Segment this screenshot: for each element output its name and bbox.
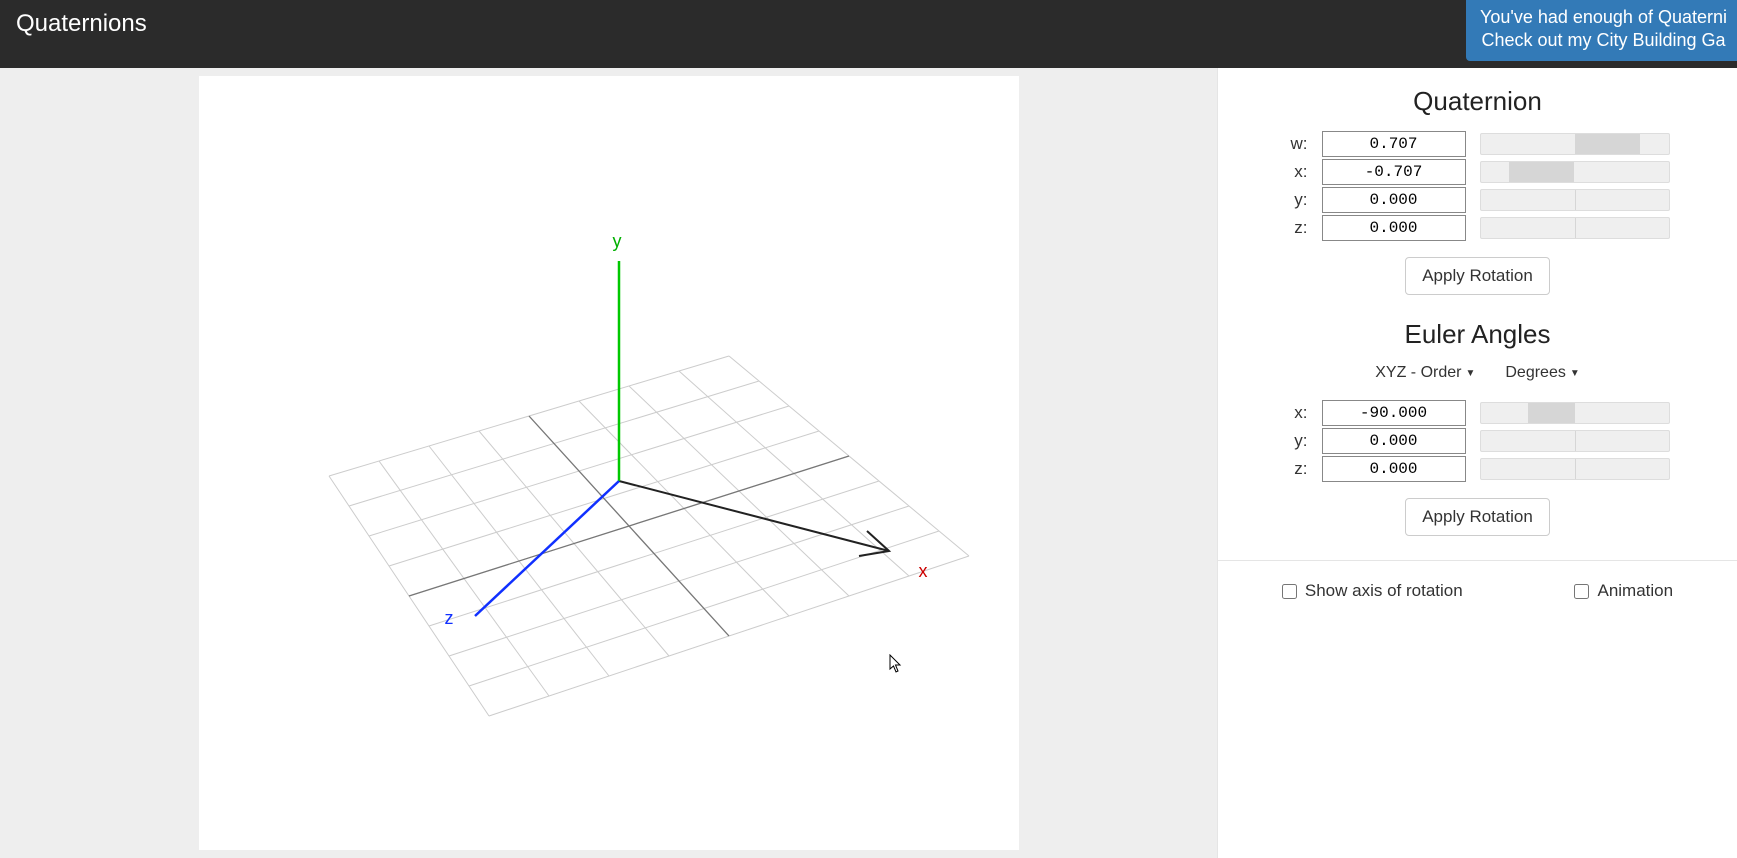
quat-row-w: w: <box>1246 131 1709 157</box>
quat-slider-z[interactable] <box>1480 217 1670 239</box>
scene-svg <box>199 76 1019 796</box>
quat-row-x: x: <box>1246 159 1709 185</box>
quat-label-y: y: <box>1286 190 1308 210</box>
quaternion-title: Quaternion <box>1246 86 1709 117</box>
axis-label-z: z <box>445 608 454 629</box>
euler-input-y[interactable] <box>1322 428 1466 454</box>
animation-label: Animation <box>1597 581 1673 601</box>
euler-units-label: Degrees <box>1505 364 1565 382</box>
animation-option[interactable]: Animation <box>1574 581 1673 601</box>
promo-line2: Check out my City Building Ga <box>1480 29 1727 52</box>
euler-input-x[interactable] <box>1322 400 1466 426</box>
separator <box>1218 560 1737 561</box>
euler-order-dropdown[interactable]: XYZ - Order ▼ <box>1375 364 1475 382</box>
content: y x z Quaternion w: x: y: <box>0 68 1737 858</box>
quat-input-w[interactable] <box>1322 131 1466 157</box>
quat-row-z: z: <box>1246 215 1709 241</box>
euler-row-z: z: <box>1246 456 1709 482</box>
promo-banner[interactable]: You've had enough of Quaterni Check out … <box>1466 0 1737 61</box>
quat-input-z[interactable] <box>1322 215 1466 241</box>
quat-apply-button[interactable]: Apply Rotation <box>1405 257 1550 295</box>
show-axis-checkbox[interactable] <box>1282 584 1297 599</box>
euler-row-y: y: <box>1246 428 1709 454</box>
quat-label-z: z: <box>1286 218 1308 238</box>
promo-line1: You've had enough of Quaterni <box>1480 6 1727 29</box>
euler-title: Euler Angles <box>1246 319 1709 350</box>
axis-label-x: x <box>919 561 928 582</box>
euler-apply-button[interactable]: Apply Rotation <box>1405 498 1550 536</box>
quat-slider-x[interactable] <box>1480 161 1670 183</box>
axis-label-y: y <box>613 231 622 252</box>
euler-slider-x[interactable] <box>1480 402 1670 424</box>
euler-dropdown-row: XYZ - Order ▼ Degrees ▼ <box>1246 364 1709 382</box>
options-row: Show axis of rotation Animation <box>1246 581 1709 601</box>
page-title: Quaternions <box>16 10 147 38</box>
show-axis-label: Show axis of rotation <box>1305 581 1463 601</box>
quat-row-y: y: <box>1246 187 1709 213</box>
euler-label-y: y: <box>1286 431 1308 451</box>
quat-slider-y[interactable] <box>1480 189 1670 211</box>
quat-slider-w[interactable] <box>1480 133 1670 155</box>
euler-label-z: z: <box>1286 459 1308 479</box>
euler-slider-z[interactable] <box>1480 458 1670 480</box>
euler-label-x: x: <box>1286 403 1308 423</box>
caret-icon: ▼ <box>1465 368 1475 379</box>
topbar: Quaternions You've had enough of Quatern… <box>0 0 1737 68</box>
viewport-wrap: y x z <box>0 68 1217 858</box>
euler-panel: Euler Angles XYZ - Order ▼ Degrees ▼ x: … <box>1246 319 1709 536</box>
show-axis-option[interactable]: Show axis of rotation <box>1282 581 1463 601</box>
quat-label-w: w: <box>1286 134 1308 154</box>
viewport-3d[interactable]: y x z <box>199 76 1019 850</box>
animation-checkbox[interactable] <box>1574 584 1589 599</box>
euler-input-z[interactable] <box>1322 456 1466 482</box>
quat-input-y[interactable] <box>1322 187 1466 213</box>
quat-input-x[interactable] <box>1322 159 1466 185</box>
euler-units-dropdown[interactable]: Degrees ▼ <box>1505 364 1579 382</box>
euler-row-x: x: <box>1246 400 1709 426</box>
caret-icon: ▼ <box>1570 368 1580 379</box>
euler-slider-y[interactable] <box>1480 430 1670 452</box>
quaternion-panel: Quaternion w: x: y: z: Apply Rot <box>1246 86 1709 295</box>
quat-label-x: x: <box>1286 162 1308 182</box>
euler-order-label: XYZ - Order <box>1375 364 1461 382</box>
sidebar: Quaternion w: x: y: z: Apply Rot <box>1217 68 1737 858</box>
